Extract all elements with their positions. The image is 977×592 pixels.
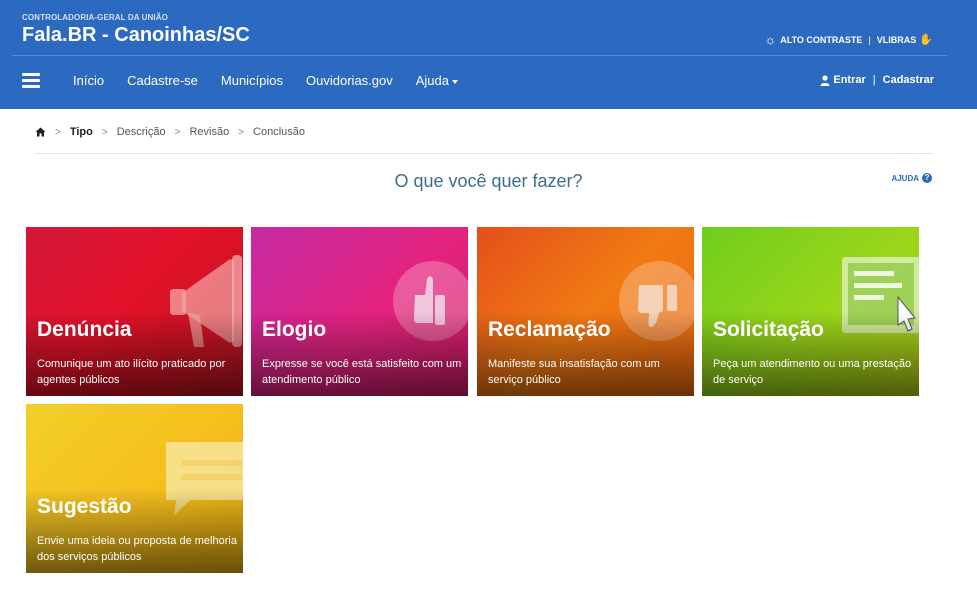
site-title[interactable]: Fala.BR - Canoinhas/SC [22,24,250,47]
user-icon [820,74,830,86]
breadcrumb-step-tipo: Tipo [69,126,93,138]
card-title: Elogio [262,318,327,341]
card-title: Sugestão [37,495,132,518]
site-title-city: Canoinhas/SC [114,24,250,46]
breadcrumb-step-conclusao: Conclusão [253,126,306,138]
high-contrast-link[interactable]: ALTO CONTRASTE [780,35,862,45]
nav-item-municipios[interactable]: Municípios [221,73,283,88]
main-nav: Início Cadastre-se Municípios Ouvidorias… [0,56,977,106]
breadcrumb-divider [35,153,933,154]
nav-item-ajuda[interactable]: Ajuda [416,73,458,88]
org-name: CONTROLADORIA-GERAL DA UNIÃO [22,13,168,22]
site-title-main: Fala.BR [22,24,97,46]
card-title: Solicitação [713,318,824,341]
nav-item-inicio[interactable]: Início [73,73,104,88]
accessibility-bar: ☼ ALTO CONTRASTE | VLIBRAS ✋ [764,33,933,46]
login-link[interactable]: Entrar [833,74,865,86]
card-description: Peça um atendimento ou uma prestação de … [713,358,912,386]
card-description: Manifeste sua insatisfação com um serviç… [488,358,660,386]
chevron-right-icon: > [55,126,61,138]
separator: | [872,74,876,86]
chevron-right-icon: > [174,126,181,138]
nav-item-ouvidorias[interactable]: Ouvidorias.gov [306,73,393,88]
hand-icon: ✋ [919,34,933,46]
card-sugestao[interactable]: Sugestão Envie uma ideia ou proposta de … [26,404,243,573]
card-reclamacao[interactable]: Reclamação Manifeste sua insatisfação co… [477,227,694,396]
nav-menu: Início Cadastre-se Municípios Ouvidorias… [73,73,481,88]
card-elogio[interactable]: Elogio Expresse se você está satisfeito … [251,227,468,396]
card-description: Expresse se você está satisfeito com um … [262,358,462,386]
card-denuncia[interactable]: Denúncia Comunique um ato ilícito pratic… [26,227,243,396]
breadcrumb-step-revisao: Revisão [189,126,230,138]
site-header: CONTROLADORIA-GERAL DA UNIÃO Fala.BR - C… [0,0,977,109]
nav-item-ajuda-label: Ajuda [415,73,449,88]
site-title-separator: - [96,24,115,46]
nav-item-cadastre-se[interactable]: Cadastre-se [127,73,198,88]
page-question: O que você quer fazer? [394,171,583,191]
register-link[interactable]: Cadastrar [883,74,934,86]
card-title: Denúncia [37,318,132,341]
vlibras-link[interactable]: VLIBRAS [877,35,917,45]
chevron-right-icon: > [101,126,108,138]
question-circle-icon: ? [922,173,932,183]
card-solicitacao[interactable]: Solicitação Peça um atendimento ou uma p… [702,227,919,396]
breadcrumb: > Tipo > Descrição > Revisão > Conclusão [35,126,305,138]
help-link[interactable]: AJUDA ? [891,173,932,183]
card-title: Reclamação [488,318,611,341]
breadcrumb-step-descricao: Descrição [116,126,166,138]
chevron-right-icon: > [238,126,245,138]
chevron-down-icon [452,79,458,84]
auth-links: Entrar | Cadastrar [820,74,934,86]
hamburger-menu-icon[interactable] [22,73,40,88]
sun-icon: ☼ [764,32,777,47]
home-icon[interactable] [35,127,46,137]
separator: | [868,34,871,45]
help-label: AJUDA [891,173,919,183]
card-description: Comunique um ato ilícito praticado por a… [37,358,226,386]
card-description: Envie uma ideia ou proposta de melhoria … [37,535,237,563]
